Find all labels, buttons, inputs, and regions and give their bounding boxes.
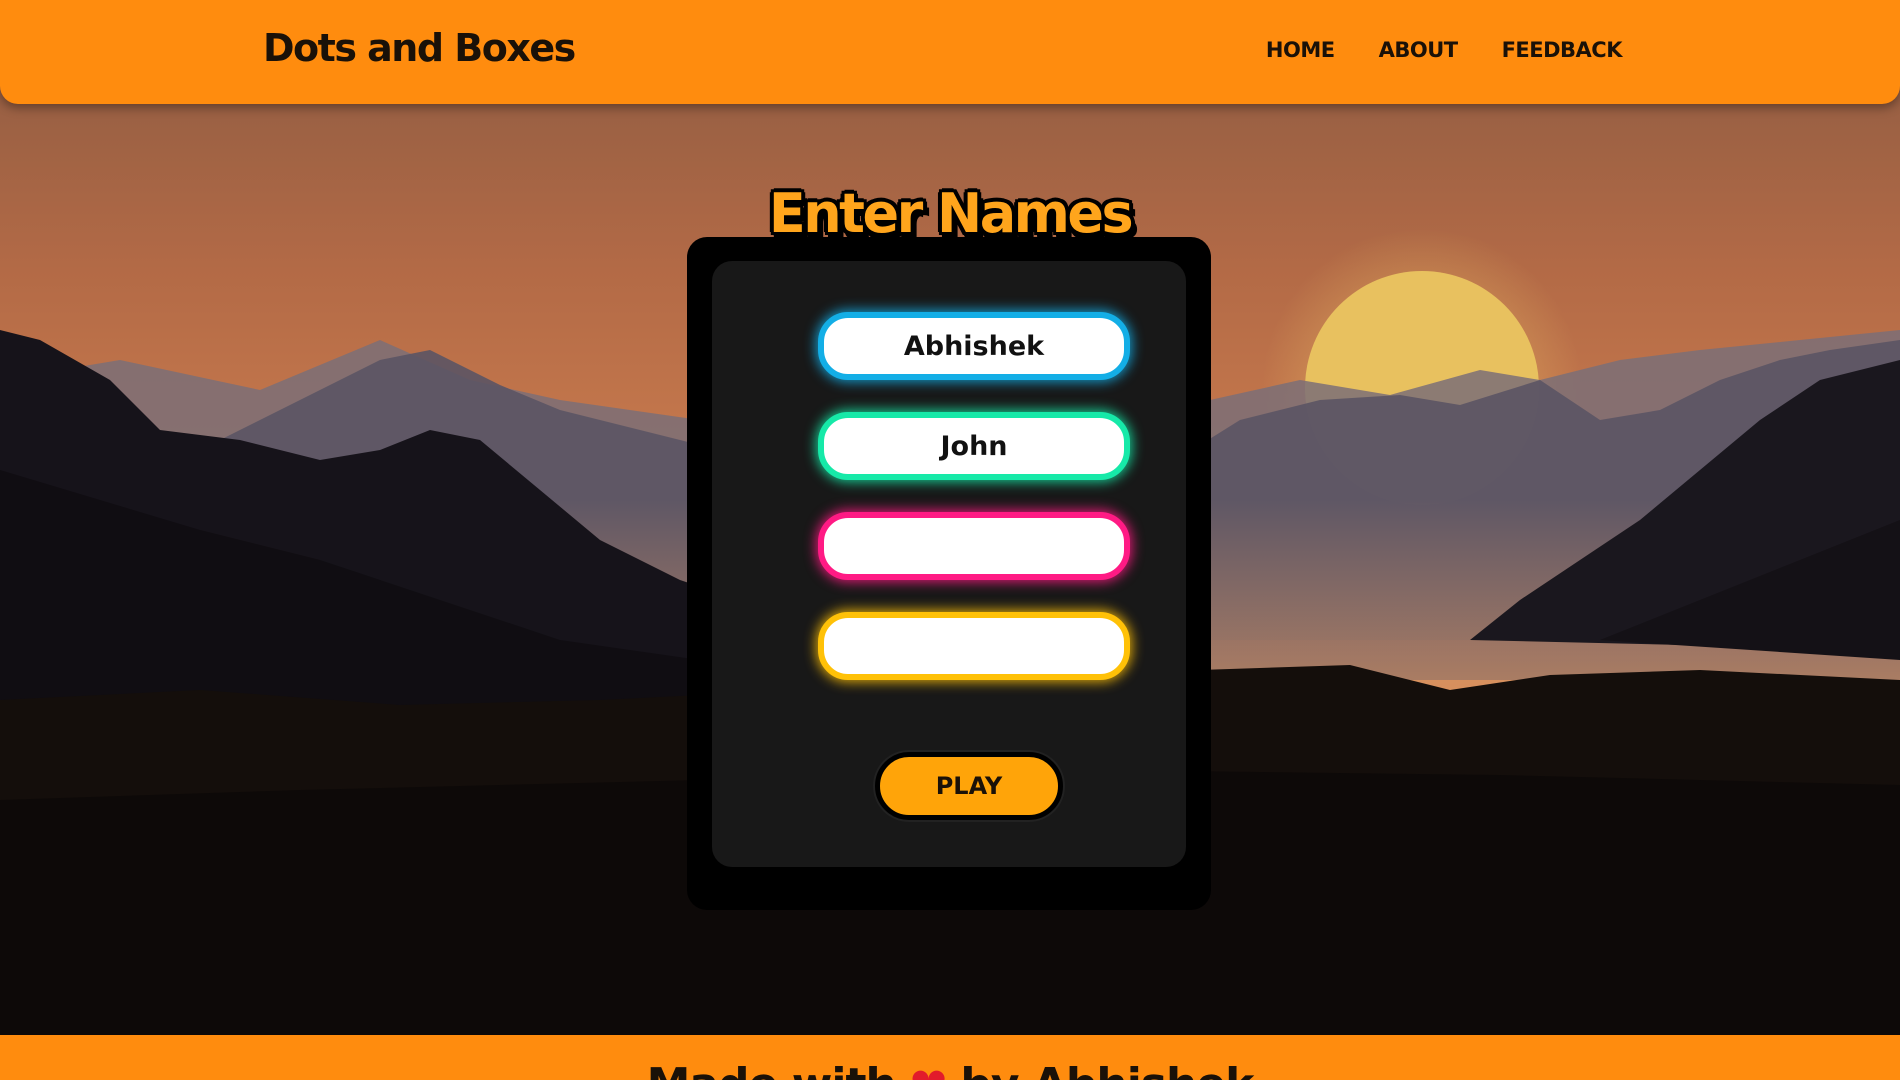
footer-prefix: Made with xyxy=(647,1059,897,1080)
footer-suffix: by Abhishek xyxy=(960,1059,1254,1080)
footer: Made with ❤ by Abhishek xyxy=(0,1035,1900,1080)
site-logo-text[interactable]: Dots and Boxes xyxy=(263,26,576,70)
name-entry-panel: PLAY xyxy=(712,261,1186,867)
name-entry-card: PLAY xyxy=(687,237,1211,910)
player-3-name-input[interactable] xyxy=(818,512,1130,580)
play-button[interactable]: PLAY xyxy=(875,752,1063,820)
card-title: Enter Names xyxy=(768,182,1134,245)
top-navbar: Dots and Boxes HOME ABOUT FEEDBACK xyxy=(0,0,1900,104)
player-2-name-input[interactable] xyxy=(818,412,1130,480)
heart-icon: ❤ xyxy=(910,1059,947,1080)
nav-home-link[interactable]: HOME xyxy=(1266,38,1335,62)
nav-about-link[interactable]: ABOUT xyxy=(1379,38,1459,62)
footer-credit: Made with ❤ by Abhishek xyxy=(0,1059,1900,1080)
player-4-name-input[interactable] xyxy=(818,612,1130,680)
nav-feedback-link[interactable]: FEEDBACK xyxy=(1502,38,1623,62)
main-nav: HOME ABOUT FEEDBACK xyxy=(1266,38,1623,62)
page: Dots and Boxes HOME ABOUT FEEDBACK Enter… xyxy=(0,0,1900,1080)
player-1-name-input[interactable] xyxy=(818,312,1130,380)
